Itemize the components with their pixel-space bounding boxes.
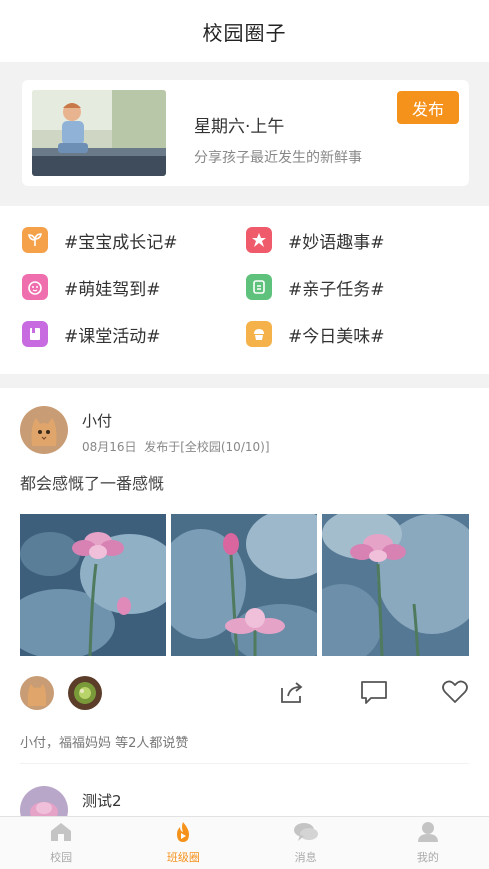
- topic-item[interactable]: #课堂活动#: [22, 321, 161, 347]
- share-icon[interactable]: [278, 678, 306, 710]
- book-icon: [22, 321, 48, 347]
- post-scope: 发布于[全校园(10/10)]: [144, 440, 270, 454]
- tab-class-circle[interactable]: 班级圈: [122, 817, 244, 869]
- page-title: 校园圈子: [202, 20, 287, 45]
- tab-label: 班级圈: [166, 851, 200, 864]
- topic-item[interactable]: #亲子任务#: [246, 274, 385, 300]
- star-burst-icon: [246, 227, 272, 253]
- tab-label: 校园: [50, 851, 73, 864]
- post-date: 08月16日: [82, 440, 137, 454]
- like-heart-icon[interactable]: [441, 678, 469, 710]
- publish-button[interactable]: 发布: [397, 91, 459, 124]
- tab-me[interactable]: 我的: [367, 817, 489, 869]
- tab-messages[interactable]: 消息: [245, 817, 367, 869]
- topic-item[interactable]: #妙语趣事#: [246, 227, 385, 253]
- topic-label: #亲子任务#: [288, 279, 385, 300]
- topic-label: #今日美味#: [288, 326, 385, 347]
- post-meta: 08月16日 发布于[全校园(10/10)]: [82, 438, 270, 455]
- liker-avatar[interactable]: [20, 676, 54, 710]
- topic-label: #宝宝成长记#: [64, 232, 178, 253]
- tab-label: 我的: [416, 851, 439, 864]
- composer-image: [32, 90, 166, 176]
- author-avatar[interactable]: [20, 786, 68, 816]
- sprout-icon: [22, 227, 48, 253]
- divider: [20, 763, 469, 764]
- tab-school[interactable]: 校园: [0, 817, 122, 869]
- flame-icon: [171, 821, 195, 847]
- tab-label: 消息: [294, 851, 317, 864]
- composer-prompt: 分享孩子最近发生的新鲜事: [194, 150, 362, 166]
- topic-item[interactable]: #萌娃驾到#: [22, 274, 161, 300]
- post-text: 都会感慨了一番感慨: [20, 474, 165, 493]
- likes-summary: 小付，福福妈妈 等2人都说赞: [20, 736, 189, 751]
- composer-card[interactable]: 星期六·上午 分享孩子最近发生的新鲜事 发布: [22, 80, 469, 186]
- topic-label: #萌娃驾到#: [64, 279, 161, 300]
- post-photo[interactable]: [20, 514, 166, 656]
- baby-face-icon: [22, 274, 48, 300]
- topic-item[interactable]: #今日美味#: [246, 321, 385, 347]
- feed: 小付 08月16日 发布于[全校园(10/10)] 都会感慨了一番感慨 小付，福…: [0, 388, 489, 816]
- composer-day: 星期六·上午: [194, 117, 285, 137]
- author-name[interactable]: 小付: [82, 410, 112, 431]
- topic-item[interactable]: #宝宝成长记#: [22, 227, 178, 253]
- topic-label: #课堂活动#: [64, 326, 161, 347]
- checklist-icon: [246, 274, 272, 300]
- author-name[interactable]: 测试2: [82, 790, 122, 811]
- comment-icon[interactable]: [359, 678, 389, 710]
- cupcake-icon: [246, 321, 272, 347]
- topic-grid: #宝宝成长记# #妙语趣事# #萌娃驾到# #亲子任务# #课堂活动# #今日美…: [0, 206, 489, 374]
- chat-icon: [293, 821, 319, 847]
- author-avatar[interactable]: [20, 406, 68, 454]
- navbar: 校园圈子: [0, 0, 489, 62]
- topic-label: #妙语趣事#: [288, 232, 385, 253]
- tab-bar: 校园 班级圈 消息 我的: [0, 816, 489, 869]
- post-photo[interactable]: [322, 514, 469, 656]
- liker-avatar[interactable]: [68, 676, 102, 710]
- school-icon: [49, 821, 73, 847]
- user-icon: [416, 821, 440, 847]
- post-photo[interactable]: [171, 514, 317, 656]
